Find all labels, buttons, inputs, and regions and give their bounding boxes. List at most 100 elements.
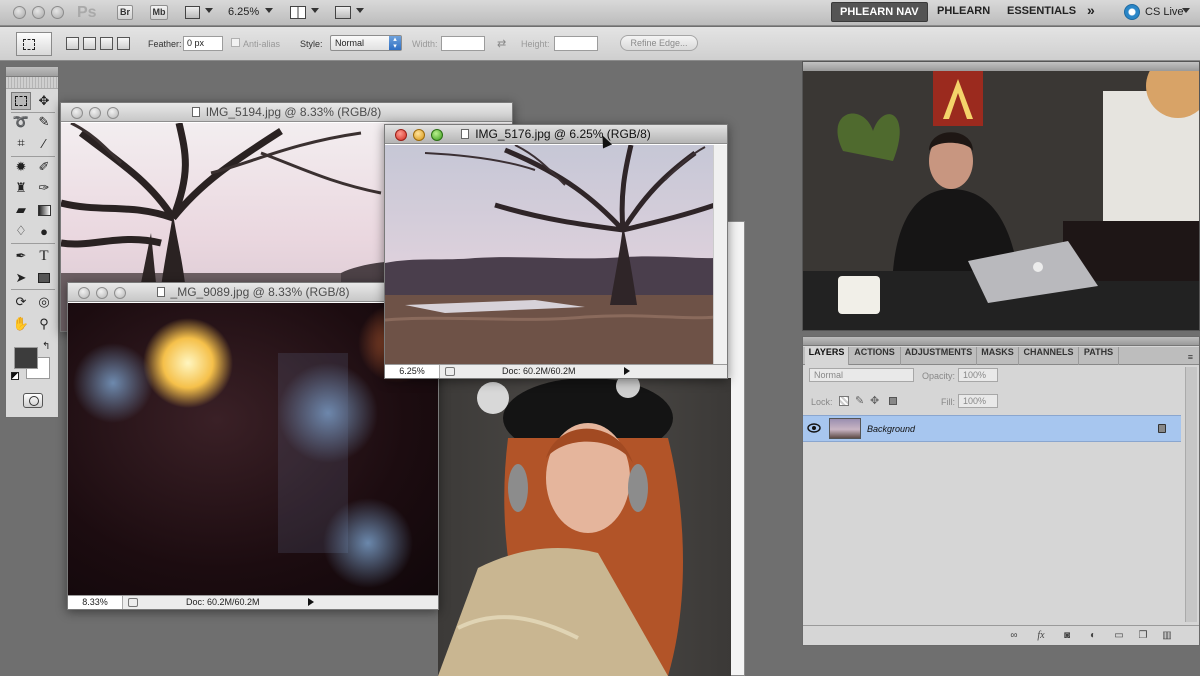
layer-name[interactable]: Background bbox=[867, 424, 915, 434]
screen-mode-dropdown-icon[interactable] bbox=[356, 8, 364, 13]
pen-tool-icon[interactable]: ✒ bbox=[11, 247, 31, 265]
gradient-tool-icon[interactable] bbox=[34, 201, 54, 219]
document-zoom-field[interactable]: 6.25% bbox=[385, 365, 440, 378]
blur-tool-icon[interactable]: ♢ bbox=[11, 222, 31, 240]
3d-rotate-tool-icon[interactable]: ⟳ bbox=[11, 293, 31, 311]
tab-paths[interactable]: PATHS bbox=[1079, 347, 1119, 365]
document-canvas-portrait[interactable] bbox=[438, 378, 731, 676]
tab-layers[interactable]: LAYERS bbox=[805, 347, 849, 365]
foreground-color-swatch[interactable] bbox=[14, 347, 38, 369]
feather-input[interactable]: 0 px bbox=[183, 36, 223, 51]
workspace-phlearn-nav[interactable]: PHLEARN NAV bbox=[831, 2, 928, 22]
cs-live-dropdown-icon[interactable] bbox=[1182, 8, 1190, 13]
lock-position-icon[interactable]: ✥ bbox=[870, 394, 879, 407]
dodge-tool-icon[interactable]: ● bbox=[34, 222, 54, 240]
workspace-essentials[interactable]: ESSENTIALS bbox=[1007, 5, 1076, 17]
history-brush-tool-icon[interactable]: ✑ bbox=[34, 179, 54, 197]
intersect-selection-icon[interactable] bbox=[117, 37, 130, 50]
layers-scrollbar[interactable] bbox=[1185, 367, 1197, 622]
status-menu-arrow-icon[interactable] bbox=[308, 598, 314, 606]
cs-live-icon[interactable] bbox=[1124, 4, 1140, 20]
type-tool-icon[interactable]: T bbox=[34, 247, 54, 265]
new-group-icon[interactable]: ▭ bbox=[1113, 630, 1125, 642]
document-zoom-field[interactable]: 8.33% bbox=[68, 596, 123, 609]
minimize-document-button[interactable] bbox=[413, 129, 425, 141]
new-layer-icon[interactable]: ❐ bbox=[1137, 630, 1149, 642]
delete-layer-icon[interactable]: ▥ bbox=[1161, 630, 1173, 642]
crop-tool-icon[interactable]: ⌗ bbox=[11, 134, 31, 152]
brush-tool-icon[interactable]: ✐ bbox=[34, 158, 54, 176]
eraser-tool-icon[interactable]: ▰ bbox=[11, 201, 31, 219]
spot-healing-tool-icon[interactable]: ✹ bbox=[11, 158, 31, 176]
zoom-tool-icon[interactable]: ⚲ bbox=[34, 315, 54, 333]
document-canvas-tree-field[interactable] bbox=[385, 145, 715, 366]
clone-stamp-tool-icon[interactable]: ♜ bbox=[11, 179, 31, 197]
arrange-dropdown-icon[interactable] bbox=[311, 8, 319, 13]
add-to-selection-icon[interactable] bbox=[83, 37, 96, 50]
zoom-document-button[interactable] bbox=[431, 129, 443, 141]
hand-tool-icon[interactable]: ✋ bbox=[11, 315, 31, 333]
cs-live-label[interactable]: CS Live bbox=[1145, 6, 1184, 18]
link-layers-icon[interactable]: ∞ bbox=[1008, 630, 1020, 642]
zoom-window-button[interactable] bbox=[51, 6, 64, 19]
default-colors-icon[interactable] bbox=[11, 372, 19, 380]
tools-panel-header[interactable] bbox=[6, 67, 58, 77]
layer-row-background[interactable]: Background bbox=[803, 415, 1181, 442]
mini-bridge-button[interactable]: Mb bbox=[150, 5, 168, 20]
screen-mode-icon[interactable] bbox=[335, 6, 351, 19]
panel-menu-icon[interactable]: ≡ bbox=[1188, 352, 1193, 362]
more-workspaces-icon[interactable]: » bbox=[1087, 2, 1095, 18]
tab-channels[interactable]: CHANNELS bbox=[1019, 347, 1079, 365]
lock-all-icon[interactable] bbox=[889, 397, 897, 405]
subtract-from-selection-icon[interactable] bbox=[100, 37, 113, 50]
adjustment-layer-icon[interactable]: ◐ bbox=[1087, 630, 1099, 642]
tab-adjustments[interactable]: ADJUSTMENTS bbox=[901, 347, 977, 365]
anti-alias-checkbox[interactable] bbox=[231, 38, 240, 47]
quick-selection-tool-icon[interactable]: ✎ bbox=[34, 113, 54, 131]
zoom-document-button[interactable] bbox=[107, 107, 119, 119]
minimize-document-button[interactable] bbox=[89, 107, 101, 119]
lock-transparent-icon[interactable] bbox=[839, 396, 849, 406]
refine-edge-button[interactable]: Refine Edge... bbox=[620, 35, 698, 51]
close-document-button[interactable] bbox=[71, 107, 83, 119]
view-extras-dropdown-icon[interactable] bbox=[205, 8, 213, 13]
document-window-img5176[interactable]: IMG_5176.jpg @ 6.25% (RGB/8) 6.25% Doc: … bbox=[384, 124, 728, 379]
path-selection-tool-icon[interactable]: ➤ bbox=[11, 269, 31, 287]
close-document-button[interactable] bbox=[395, 129, 407, 141]
zoom-level-display[interactable]: 6.25% bbox=[228, 6, 259, 18]
workspace-phlearn[interactable]: PHLEARN bbox=[937, 5, 990, 17]
bridge-button[interactable]: Br bbox=[117, 5, 133, 20]
close-window-button[interactable] bbox=[13, 6, 26, 19]
rectangular-marquee-tool-icon[interactable] bbox=[11, 92, 31, 110]
new-selection-icon[interactable] bbox=[66, 37, 79, 50]
blend-mode-select[interactable]: Normal bbox=[809, 368, 914, 382]
tool-preset-picker[interactable] bbox=[16, 32, 52, 56]
3d-orbit-tool-icon[interactable]: ◎ bbox=[34, 293, 54, 311]
lock-image-icon[interactable]: ✎ bbox=[855, 394, 864, 407]
tools-panel-grip[interactable] bbox=[6, 77, 58, 89]
fill-input[interactable]: 100% bbox=[958, 394, 998, 408]
move-tool-icon[interactable]: ✥ bbox=[34, 92, 54, 110]
minimize-window-button[interactable] bbox=[32, 6, 45, 19]
layer-style-icon[interactable]: fx bbox=[1035, 630, 1047, 642]
vertical-scrollbar[interactable] bbox=[713, 145, 727, 366]
minimize-document-button[interactable] bbox=[96, 287, 108, 299]
view-extras-icon[interactable] bbox=[185, 6, 200, 19]
height-input[interactable] bbox=[554, 36, 598, 51]
style-select[interactable]: Normal ▴ ▾ bbox=[330, 35, 402, 51]
tab-masks[interactable]: MASKS bbox=[977, 347, 1019, 365]
lasso-tool-icon[interactable]: ➰ bbox=[11, 113, 31, 131]
width-input[interactable] bbox=[441, 36, 485, 51]
eye-icon[interactable] bbox=[807, 421, 821, 435]
opacity-input[interactable]: 100% bbox=[958, 368, 998, 382]
tab-actions[interactable]: ACTIONS bbox=[849, 347, 901, 365]
zoom-document-button[interactable] bbox=[114, 287, 126, 299]
layers-panel-header[interactable] bbox=[803, 337, 1199, 346]
quick-mask-icon[interactable] bbox=[23, 393, 43, 408]
eyedropper-tool-icon[interactable]: ⁄ bbox=[34, 134, 54, 152]
swap-colors-icon[interactable]: ↰ bbox=[42, 341, 50, 352]
rectangle-tool-icon[interactable] bbox=[34, 269, 54, 287]
add-mask-icon[interactable]: ◙ bbox=[1061, 630, 1073, 642]
arrange-documents-icon[interactable] bbox=[290, 6, 306, 19]
close-document-button[interactable] bbox=[78, 287, 90, 299]
